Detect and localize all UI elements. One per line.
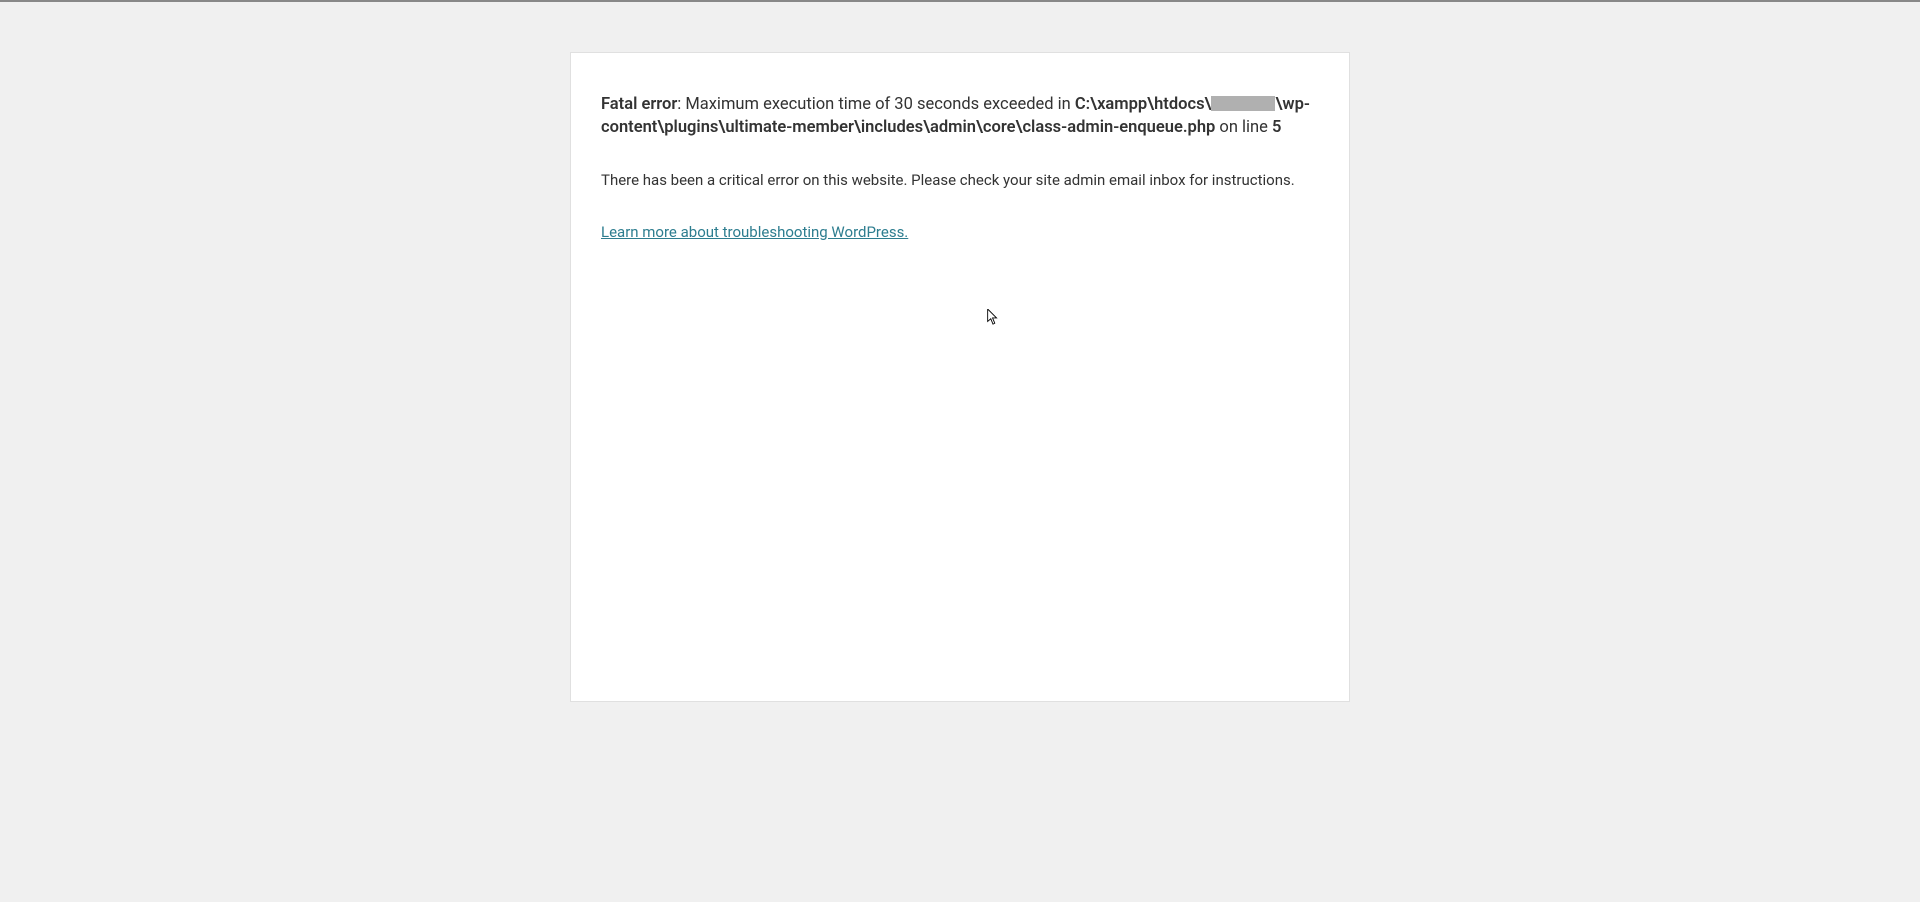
critical-error-text: There has been a critical error on this … bbox=[601, 169, 1319, 192]
on-line-text: on line bbox=[1215, 118, 1272, 137]
error-container: Fatal error: Maximum execution time of 3… bbox=[570, 52, 1350, 702]
fatal-error-message: Fatal error: Maximum execution time of 3… bbox=[601, 93, 1319, 139]
error-path-prefix: C:\xampp\htdocs\ bbox=[1075, 95, 1212, 114]
error-label: Fatal error bbox=[601, 95, 677, 114]
error-text-before-path: Maximum execution time of 30 seconds exc… bbox=[685, 95, 1075, 114]
troubleshoot-link[interactable]: Learn more about troubleshooting WordPre… bbox=[601, 223, 908, 241]
line-number: 5 bbox=[1272, 118, 1281, 137]
redacted-folder bbox=[1211, 96, 1275, 111]
